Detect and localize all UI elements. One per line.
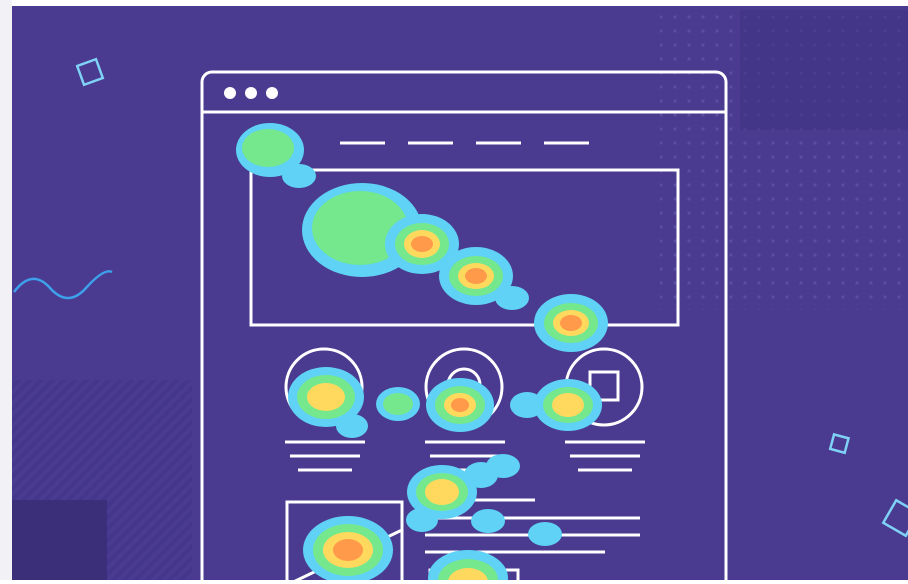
heatmap-blob [411,236,433,252]
heatmap-blob [333,539,363,561]
bottom-edge [0,580,908,584]
window-dot [224,87,236,99]
heatmap-blob [560,315,582,331]
heatmap-blob [242,129,294,167]
heatmap-blob [282,164,316,188]
heatmap-blob [336,414,368,438]
window-dot [245,87,257,99]
decor-dark-corner [12,500,107,584]
heatmap-blob [425,479,459,505]
heatmap-blob [552,393,584,417]
heatmap-blob [528,522,562,546]
stage [0,0,908,584]
heatmap-blob [465,268,487,284]
heatmap-blob [451,398,469,412]
heatmap-illustration [0,0,908,584]
window-dot [266,87,278,99]
heatmap-blob [495,286,529,310]
heatmap-blob [307,383,345,411]
decor-dark-region [740,10,908,130]
shadow-left [0,0,12,584]
heatmap-blob [383,393,413,415]
heatmap-blob [471,509,505,533]
heatmap-blob [406,508,438,532]
